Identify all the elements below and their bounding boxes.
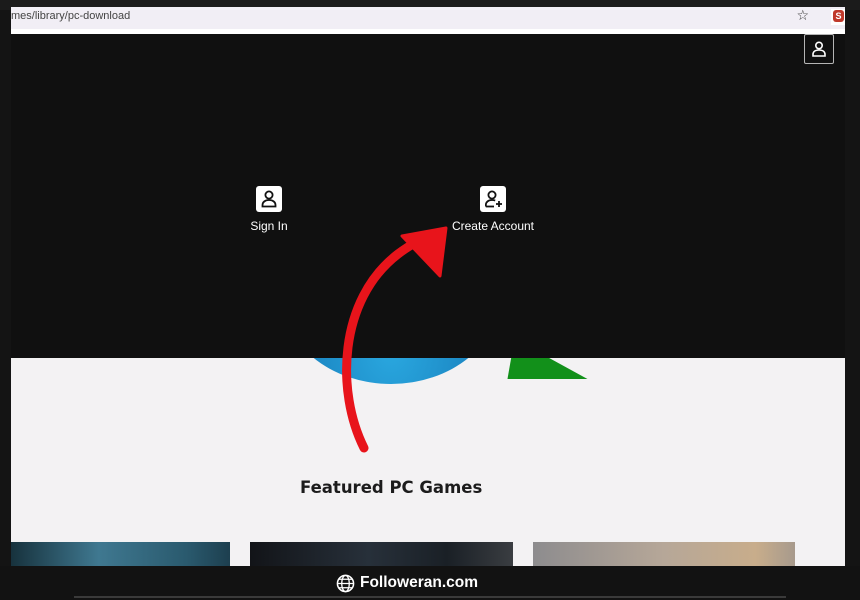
watermark-text: Followeran.com [360,574,478,591]
annotation-arrow [342,226,448,453]
bottom-divider [74,596,786,598]
watermark-brand: Followeran.com [336,572,478,594]
globe-icon [336,574,355,593]
watermark-banner: Followeran.com [0,566,860,600]
